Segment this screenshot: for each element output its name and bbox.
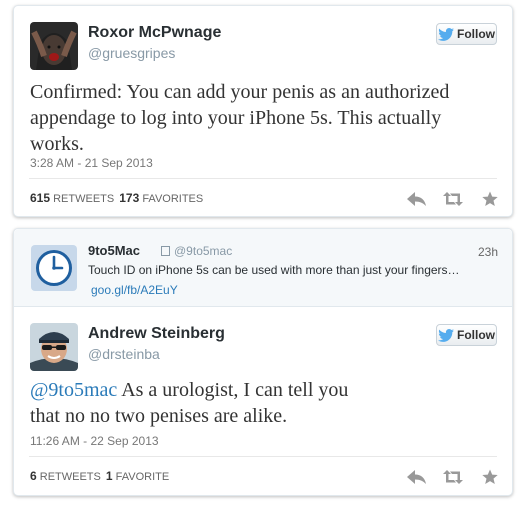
user-handle[interactable]: @drsteinba [88, 346, 160, 362]
embed-link[interactable]: goo.gl/fb/A2EuY [91, 283, 178, 297]
retweet-button[interactable] [443, 468, 463, 486]
follow-label: Follow [457, 27, 495, 41]
embed-display-name[interactable]: 9to5Mac [88, 243, 140, 258]
display-name[interactable]: Roxor McPwnage [88, 24, 221, 42]
retweets-label: RETWEETS [39, 471, 101, 483]
embed-text: Touch ID on iPhone 5s can be used with m… [88, 263, 460, 277]
tweet-card-2: 9to5Mac @9to5mac 23h Touch ID on iPhone … [13, 228, 513, 496]
follow-button[interactable]: Follow [436, 324, 497, 346]
avatar[interactable] [30, 22, 78, 70]
retweets-stat[interactable]: 6 RETWEETS [30, 469, 101, 483]
tweet-timestamp[interactable]: 3:28 AM - 21 Sep 2013 [30, 156, 153, 170]
avatar[interactable] [30, 323, 78, 371]
retweet-icon [443, 192, 463, 206]
tweet-stats: 6 RETWEETS 1 FAVORITE [30, 469, 169, 483]
reply-icon [406, 192, 426, 206]
tweet-text: @9to5mac As a urologist, I can tell you … [30, 377, 360, 429]
favorite-button[interactable] [480, 468, 500, 486]
follow-button[interactable]: Follow [436, 23, 497, 45]
follow-label: Follow [457, 328, 495, 342]
star-icon [482, 191, 498, 206]
tweet-timestamp[interactable]: 11:26 AM - 22 Sep 2013 [30, 434, 159, 448]
display-name[interactable]: Andrew Steinberg [88, 325, 225, 343]
favorites-stat[interactable]: 173 FAVORITES [119, 191, 203, 205]
user-handle[interactable]: @gruesgripes [88, 45, 175, 61]
favorites-count: 1 [105, 469, 113, 483]
embed-handle-text: @9to5mac [174, 244, 233, 258]
retweets-count: 615 [30, 191, 51, 205]
embed-time[interactable]: 23h [478, 245, 498, 259]
retweets-count: 6 [30, 469, 37, 483]
favorites-count: 173 [119, 191, 140, 205]
reply-button[interactable] [406, 468, 426, 486]
divider [29, 456, 497, 457]
star-icon [482, 469, 498, 484]
embed-avatar[interactable] [31, 245, 77, 291]
reply-button[interactable] [406, 190, 426, 208]
twitter-bird-icon [438, 27, 454, 41]
favorites-stat[interactable]: 1 FAVORITE [106, 469, 169, 483]
favorites-label: FAVORITE [115, 471, 170, 483]
tweet-actions [406, 190, 500, 208]
tweet-actions [406, 468, 500, 486]
retweets-stat[interactable]: 615 RETWEETS [30, 191, 114, 205]
verified-icon [161, 246, 170, 256]
retweet-icon [443, 470, 463, 484]
tweet-stats: 615 RETWEETS 173 FAVORITES [30, 191, 203, 205]
favorite-button[interactable] [480, 190, 500, 208]
retweets-label: RETWEETS [53, 193, 115, 205]
favorites-label: FAVORITES [142, 193, 204, 205]
retweet-button[interactable] [443, 190, 463, 208]
mention-link[interactable]: @9to5mac [30, 379, 117, 401]
reply-icon [406, 470, 426, 484]
embed-user-handle[interactable]: @9to5mac [161, 244, 232, 258]
clock-icon [36, 250, 72, 286]
tweet-card-1: Roxor McPwnage @gruesgripes Follow Confi… [13, 5, 513, 217]
quoted-tweet[interactable]: 9to5Mac @9to5mac 23h Touch ID on iPhone … [14, 229, 512, 307]
divider [29, 178, 497, 179]
twitter-bird-icon [438, 328, 454, 342]
tweet-text: Confirmed: You can add your penis as an … [30, 81, 450, 155]
